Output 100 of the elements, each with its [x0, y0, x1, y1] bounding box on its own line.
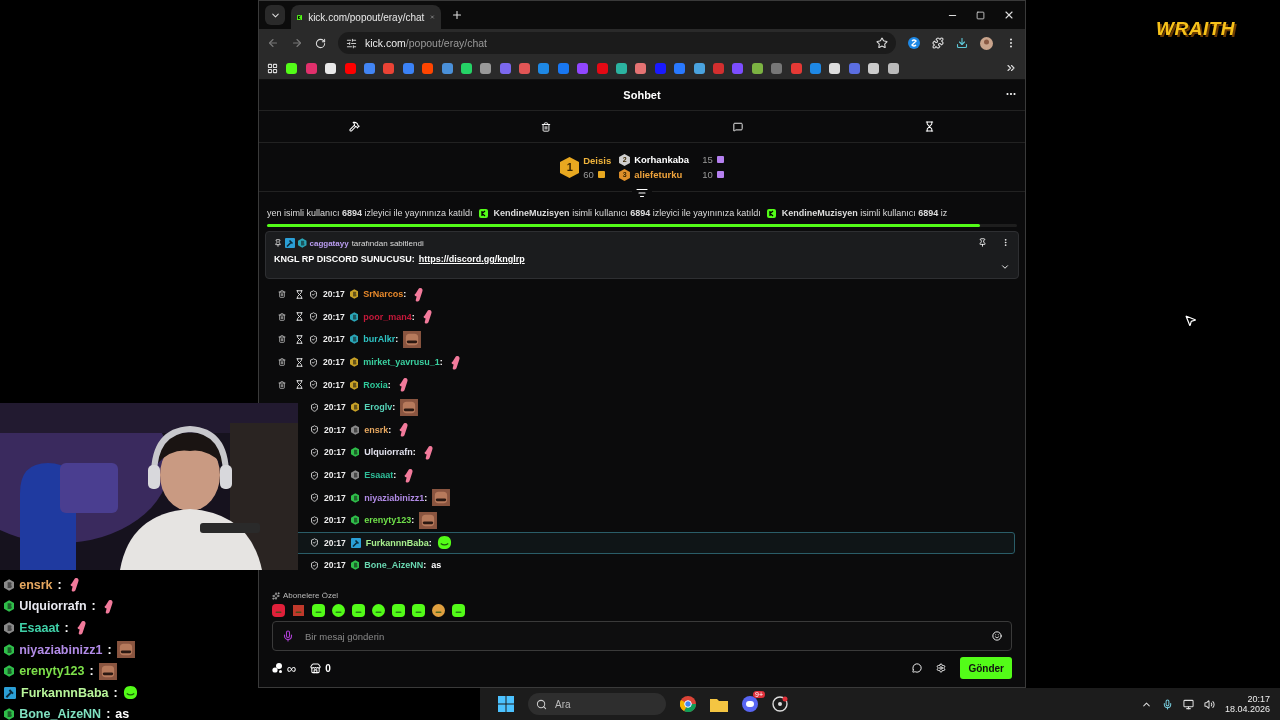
pinned-label: tarafından sabitlendi	[351, 238, 424, 248]
emote-icon[interactable]	[392, 604, 405, 617]
chat-icon[interactable]	[912, 663, 923, 673]
address-bar[interactable]: kick.com/popout/eray/chat	[338, 32, 896, 54]
pinned-by-user: caggatayy	[309, 238, 349, 248]
clock[interactable]: 20:17 18.04.2026	[1224, 694, 1270, 714]
chat-icon[interactable]	[732, 121, 743, 132]
search-field[interactable]: Ara	[528, 693, 666, 715]
hourglass-icon[interactable]	[295, 380, 304, 390]
shield-icon[interactable]	[310, 447, 319, 457]
shield-icon[interactable]	[309, 312, 318, 322]
download-icon[interactable]	[956, 37, 968, 49]
bookmark-icon[interactable]	[868, 62, 880, 74]
more-icon[interactable]	[1001, 238, 1010, 247]
settings-icon[interactable]	[936, 663, 947, 673]
store-icon[interactable]	[310, 662, 322, 674]
trash-icon[interactable]	[278, 312, 286, 321]
bookmark-icon[interactable]	[616, 62, 628, 74]
username[interactable]: Roxia	[363, 379, 388, 390]
recorder-icon[interactable]	[772, 696, 788, 712]
emote-icon[interactable]	[432, 604, 445, 617]
maximize-icon[interactable]	[976, 10, 985, 20]
chat-app-icon[interactable]	[742, 696, 758, 712]
pin-icon[interactable]	[978, 238, 987, 247]
separator: :	[395, 334, 399, 345]
emote-icon[interactable]	[452, 604, 465, 617]
tab-search-button[interactable]	[265, 5, 285, 25]
send-button[interactable]: Gönder	[960, 657, 1012, 679]
shield-icon[interactable]	[309, 380, 318, 390]
profile-avatar[interactable]	[980, 36, 993, 50]
shield-icon[interactable]	[310, 425, 319, 435]
bookmark-icon[interactable]	[693, 62, 705, 74]
shield-icon[interactable]	[310, 470, 319, 480]
extensions-icon[interactable]	[932, 37, 944, 49]
collapse-icon[interactable]	[636, 187, 648, 199]
discord-link[interactable]: https://discord.gg/knglrp	[418, 254, 525, 264]
reload-icon[interactable]	[315, 37, 326, 49]
expand-icon[interactable]	[1000, 262, 1010, 272]
forward-icon[interactable]	[291, 37, 303, 49]
site-settings-icon[interactable]	[346, 37, 357, 49]
message-time: 20:17	[323, 289, 345, 300]
windows-icon[interactable]	[498, 696, 514, 712]
hammer-icon[interactable]	[349, 121, 361, 132]
bookmark-icon[interactable]	[325, 62, 337, 74]
emote-icon[interactable]	[332, 604, 345, 617]
browser-tab[interactable]: kick.com/popout/eray/chat	[291, 5, 441, 29]
shield-icon[interactable]	[310, 402, 319, 412]
trash-icon[interactable]	[278, 358, 286, 367]
more-bookmarks-icon[interactable]	[1005, 62, 1017, 74]
bookmark-icon[interactable]	[829, 62, 841, 74]
extension-icon[interactable]	[908, 37, 920, 49]
bookmark-icon[interactable]	[480, 62, 492, 74]
separator: :	[403, 289, 407, 300]
emote-icon[interactable]	[412, 604, 425, 617]
trash-icon[interactable]	[541, 121, 552, 132]
browser-icon[interactable]	[680, 696, 696, 712]
shield-icon[interactable]	[310, 515, 319, 525]
shield-icon[interactable]	[309, 289, 318, 299]
message-time: 20:17	[324, 424, 346, 435]
trash-icon[interactable]	[278, 380, 286, 389]
emote-icon	[122, 685, 138, 701]
shield-icon[interactable]	[310, 538, 319, 548]
gift-icon	[597, 170, 605, 178]
microphone-icon[interactable]	[282, 630, 294, 642]
bookmark-icon[interactable]	[635, 62, 647, 74]
star-icon[interactable]	[876, 37, 888, 49]
message-time: 20:17	[323, 311, 345, 322]
bookmark-icon[interactable]	[460, 62, 472, 74]
message-input[interactable]: Bir mesaj gönderin	[272, 621, 1012, 651]
message-time: 20:17	[323, 357, 345, 368]
close-icon[interactable]	[1003, 9, 1015, 21]
emote-icon[interactable]	[372, 604, 385, 617]
bookmark-icon[interactable]	[751, 62, 763, 74]
trash-icon[interactable]	[278, 290, 286, 299]
trash-icon[interactable]	[278, 335, 286, 344]
shield-icon[interactable]	[310, 493, 319, 503]
shield-icon[interactable]	[310, 560, 319, 570]
username[interactable]: mirket_yavrusu_1	[363, 357, 440, 368]
hourglass-icon[interactable]	[295, 312, 304, 322]
hourglass-icon[interactable]	[295, 357, 304, 367]
username[interactable]: Ulquiorrafn	[364, 447, 413, 458]
emote-icon[interactable]	[312, 604, 325, 617]
hourglass-icon[interactable]	[295, 289, 304, 299]
folder-icon[interactable]	[710, 696, 728, 712]
bookmark-icon[interactable]	[286, 62, 298, 74]
message-time: 20:17	[323, 379, 345, 390]
microphone-icon[interactable]	[1161, 698, 1173, 710]
bookmark-icon[interactable]	[887, 62, 899, 74]
shield-icon[interactable]	[309, 335, 318, 344]
back-icon[interactable]	[267, 37, 279, 49]
emoji-icon[interactable]	[992, 631, 1002, 641]
separator: :	[107, 642, 112, 657]
apps-icon[interactable]	[267, 62, 278, 74]
volume-icon[interactable]	[1203, 698, 1215, 710]
emote-icon[interactable]	[352, 604, 365, 617]
hourglass-icon[interactable]	[923, 121, 935, 132]
username[interactable]: FurkannnBaba	[365, 537, 429, 548]
shield-icon[interactable]	[309, 357, 318, 367]
points-icon	[272, 663, 283, 673]
hourglass-icon[interactable]	[295, 335, 304, 344]
